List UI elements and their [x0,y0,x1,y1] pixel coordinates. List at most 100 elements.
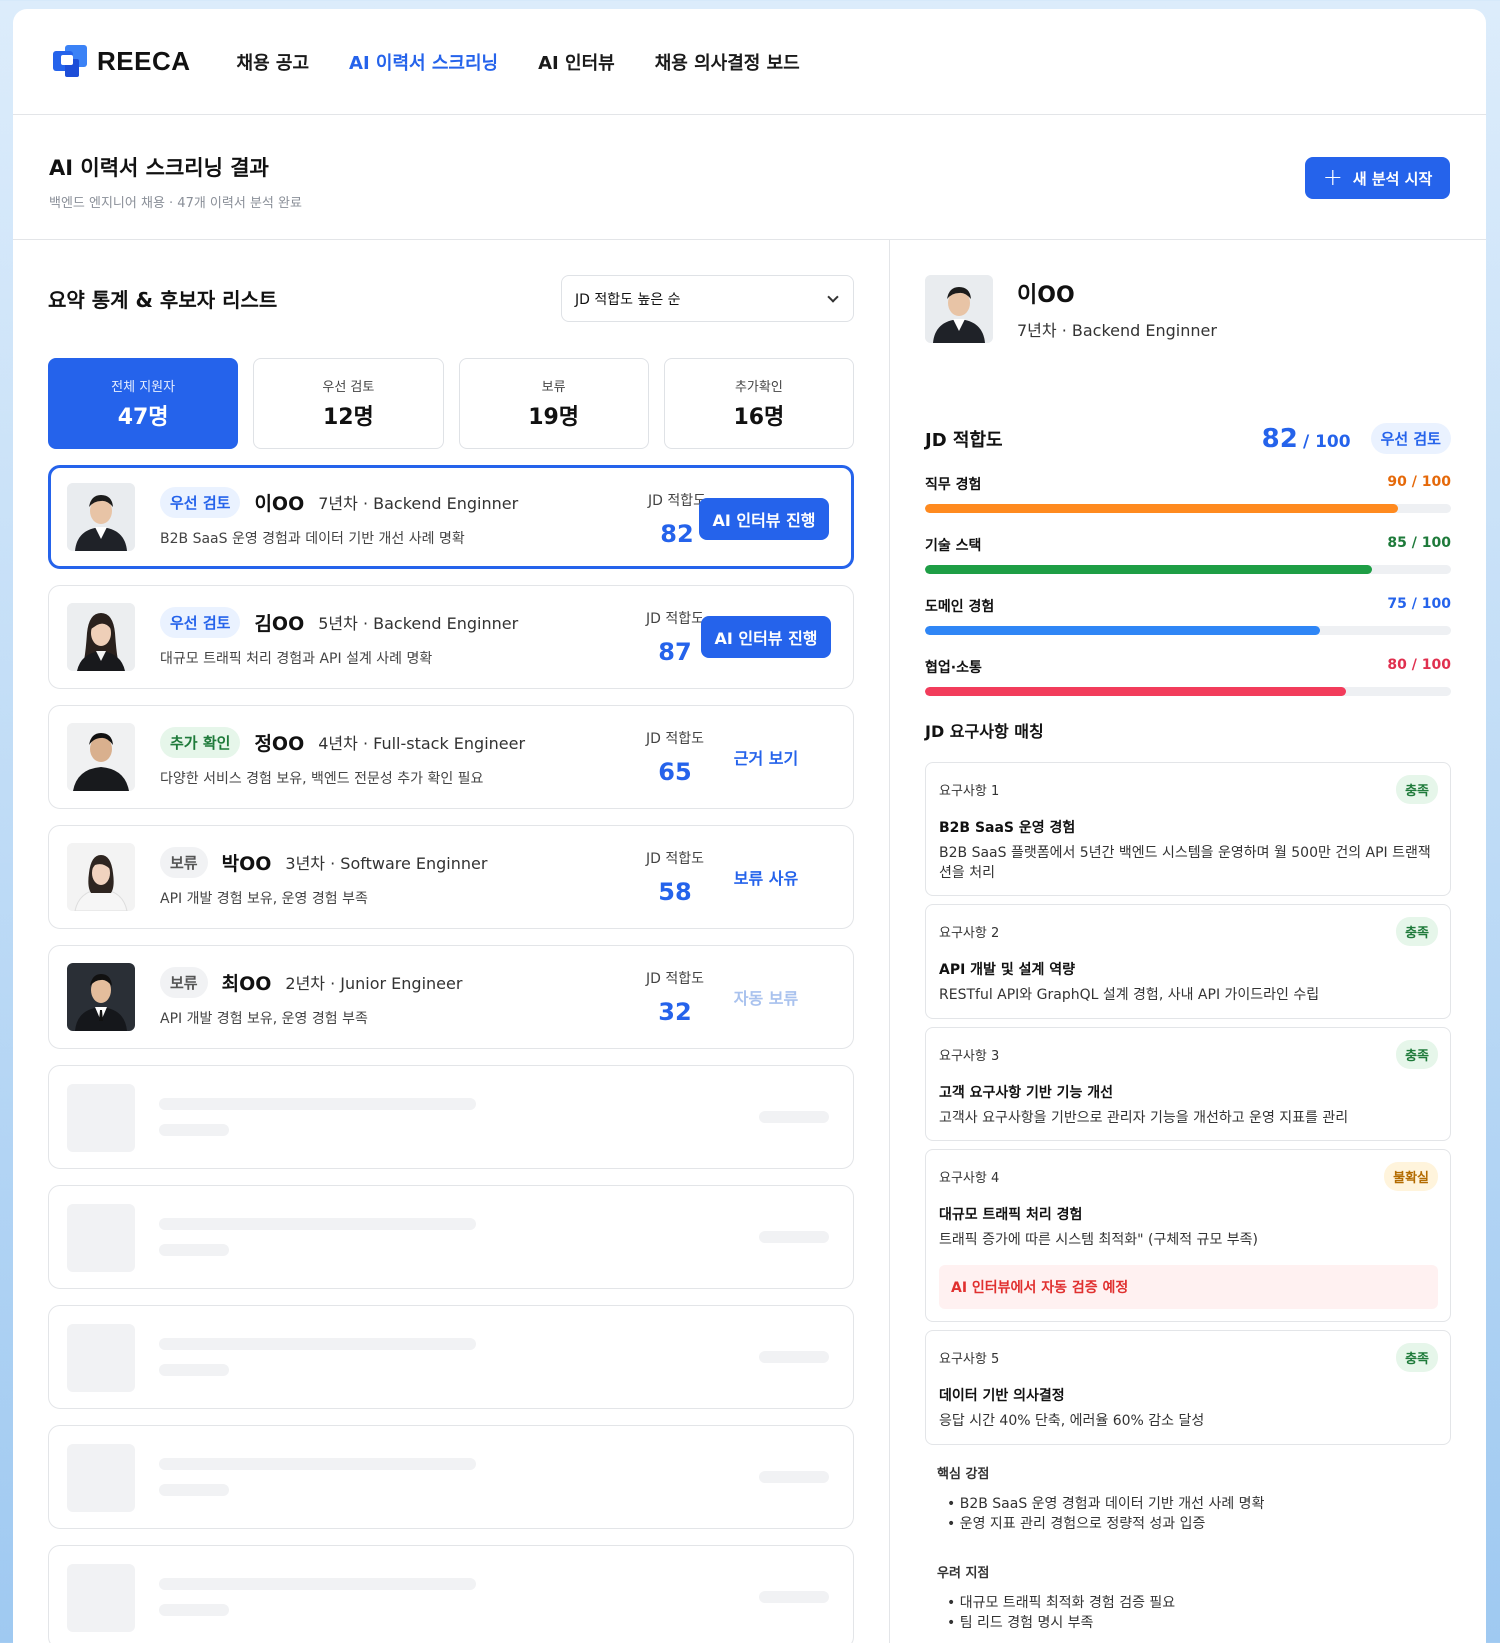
view-evidence-link[interactable]: 근거 보기 [701,736,831,778]
candidate-card[interactable]: 보류 박OO 3년차 · Software Enginner API 개발 경험… [48,825,854,929]
stat-check[interactable]: 추가확인 16명 [663,358,854,449]
new-analysis-label: 새 분석 시작 [1352,169,1433,188]
sort-dropdown[interactable]: JD 적합도 높은 순 [561,275,854,322]
stat-value: 47명 [117,405,169,430]
candidate-card[interactable]: 추가 확인 정OO 4년차 · Full-stack Engineer 다양한 … [48,705,854,809]
stat-label: 보류 [541,380,566,395]
requirement-card: 요구사항 2 충족 API 개발 및 설계 역량 RESTful API와 Gr… [925,904,1451,1019]
status-badge: 우선 검토 [160,486,241,518]
avatar [67,723,135,791]
top-nav: REECA 채용 공고 AI 이력서 스크리닝 AI 인터뷰 채용 의사결정 보… [13,9,1486,115]
candidate-meta: 5년차 · Backend Enginner [318,614,519,633]
met-badge: 충족 [1396,917,1438,947]
bar-value: 80 / 100 [1387,657,1451,673]
strength-item: B2B SaaS 운영 경험과 데이터 기반 개선 사례 명확 [947,1494,1451,1514]
jd-value: 32 [658,998,692,1026]
page-header: AI 이력서 스크리닝 결과 백엔드 엔지니어 채용 · 47개 이력서 분석 … [13,115,1486,240]
app-window: REECA 채용 공고 AI 이력서 스크리닝 AI 인터뷰 채용 의사결정 보… [13,9,1486,1643]
bar-label: 협업·소통 [925,660,982,676]
requirement-number: 요구사항 1 [939,784,1000,799]
logo-text: REECA [97,46,191,76]
stat-label: 전체 지원자 [111,380,176,395]
chevron-down-icon [827,290,839,303]
nav-resume-screening[interactable]: AI 이력서 스크리닝 [349,49,498,75]
stat-value: 12명 [322,405,374,430]
requirement-number: 요구사항 2 [939,926,1000,942]
candidate-card[interactable]: 보류 최OO 2년차 · Junior Engineer API 개발 경험 보… [48,945,854,1049]
page-title: AI 이력서 스크리닝 결과 [49,156,269,180]
candidate-name: 최OO [221,972,272,995]
stat-label: 추가확인 [734,380,783,395]
score-bar: 협업·소통 80 / 100 [925,657,1451,696]
jd-value: 87 [658,638,692,666]
candidate-name: 김OO [254,612,305,635]
nav-decision-board[interactable]: 채용 의사결정 보드 [655,49,800,75]
ai-interview-button[interactable]: AI 인터뷰 진행 [699,498,829,540]
status-badge: 우선 검토 [160,606,241,638]
requirement-desc: 트래픽 증가에 따른 시스템 최적화" (구체적 규모 부족) [939,1232,1258,1249]
requirement-title: API 개발 및 설계 역량 [939,962,1075,979]
stat-total[interactable]: 전체 지원자 47명 [48,358,239,449]
jd-label: JD 적합도 [646,611,704,627]
requirement-card: 요구사항 5 충족 데이터 기반 의사결정 응답 시간 40% 단축, 에러율 … [925,1329,1451,1445]
nav-job-postings[interactable]: 채용 공고 [237,49,310,75]
candidate-meta: 4년차 · Full-stack Engineer [318,734,526,753]
bar-label: 도메인 경험 [925,599,995,615]
candidate-list: 우선 검토 이OO 7년차 · Backend Enginner B2B Saa… [48,465,854,1643]
candidate-name: 정OO [254,732,305,755]
new-analysis-button[interactable]: + 새 분석 시작 [1305,157,1450,199]
auto-hold-label: 자동 보류 [733,989,799,1008]
bar-fill [925,565,1373,574]
detail-panel: 이OO 7년차 · Backend Enginner JD 적합도 82 / 1… [890,240,1486,1643]
stat-value: 16명 [733,405,785,430]
requirement-desc: B2B SaaS 플랫폼에서 5년간 백엔드 시스템을 운영하며 월 500만 … [939,845,1431,881]
jd-score: JD 적합도 87 [642,608,708,666]
requirement-desc: RESTful API와 GraphQL 설계 경험, 사내 API 가이드라인… [939,987,1320,1004]
section-title: 요약 통계 & 후보자 리스트 [48,288,278,312]
uncertain-badge: 불확실 [1384,1162,1438,1192]
bar-value: 75 / 100 [1387,596,1451,612]
score-bar: 기술 스택 85 / 100 [925,535,1451,574]
candidate-summary: API 개발 경험 보유, 운영 경험 부족 [160,890,368,907]
concern-item: 대규모 트래픽 최적화 경험 검증 필요 [947,1593,1451,1613]
requirement-title: 대규모 트래픽 처리 경험 [939,1207,1083,1224]
requirement-number: 요구사항 3 [939,1048,1000,1064]
stat-value: 19명 [528,405,580,430]
ai-interview-button[interactable]: AI 인터뷰 진행 [701,616,831,658]
met-badge: 충족 [1396,1342,1438,1372]
requirement-desc: 응답 시간 40% 단축, 에러율 60% 감소 달성 [939,1412,1205,1429]
candidate-meta: 7년차 · Backend Enginner [318,494,519,513]
plus-icon: + [1322,163,1343,191]
strengths-list: B2B SaaS 운영 경험과 데이터 기반 개선 사례 명확 운영 지표 관리… [937,1494,1451,1534]
status-badge: 우선 검토 [1370,423,1451,454]
bar-value: 90 / 100 [1387,474,1451,490]
candidate-panel: 요약 통계 & 후보자 리스트 JD 적합도 높은 순 전체 지원자 47명 우… [13,240,890,1643]
profile-header: 이OO 7년차 · Backend Enginner [925,275,1451,343]
stat-priority[interactable]: 우선 검토 12명 [253,358,444,449]
bar-fill [925,626,1320,635]
profile-meta: 7년차 · Backend Enginner [1017,321,1217,340]
jd-label: JD 적합도 [646,851,704,867]
candidate-meta: 3년차 · Software Enginner [285,854,488,873]
hold-reason-link[interactable]: 보류 사유 [701,856,831,898]
requirement-card: 요구사항 3 충족 고객 요구사항 기반 기능 개선 고객사 요구사항을 기반으… [925,1026,1451,1142]
verification-alert: AI 인터뷰에서 자동 검증 예정 [939,1264,1438,1309]
stat-hold[interactable]: 보류 19명 [458,358,649,449]
stats-row: 전체 지원자 47명 우선 검토 12명 보류 19명 추가확인 16명 [48,358,854,449]
requirement-number: 요구사항 4 [939,1171,1000,1187]
candidate-meta: 2년차 · Junior Engineer [285,974,463,993]
score-bar: 도메인 경험 75 / 100 [925,596,1451,635]
jd-score: JD 적합도 58 [642,848,708,906]
page-subtitle: 백엔드 엔지니어 채용 · 47개 이력서 분석 완료 [49,196,302,211]
candidate-card[interactable]: 우선 검토 김OO 5년차 · Backend Enginner 대규모 트래픽… [48,585,854,689]
nav-ai-interview[interactable]: AI 인터뷰 [538,49,615,75]
skeleton-card [48,1065,854,1169]
candidate-card[interactable]: 우선 검토 이OO 7년차 · Backend Enginner B2B Saa… [48,465,854,569]
jd-score-max: / 100 [1302,431,1351,452]
avatar [67,603,135,671]
bar-fill [925,687,1346,696]
candidate-summary: 다양한 서비스 경험 보유, 백엔드 전문성 추가 확인 필요 [160,770,484,787]
logo[interactable]: REECA [53,44,191,79]
score-breakdown: 직무 경험 90 / 100 기술 스택 85 / 100 도메인 경험 75 / 1… [925,474,1451,696]
candidate-name: 박OO [221,852,272,875]
